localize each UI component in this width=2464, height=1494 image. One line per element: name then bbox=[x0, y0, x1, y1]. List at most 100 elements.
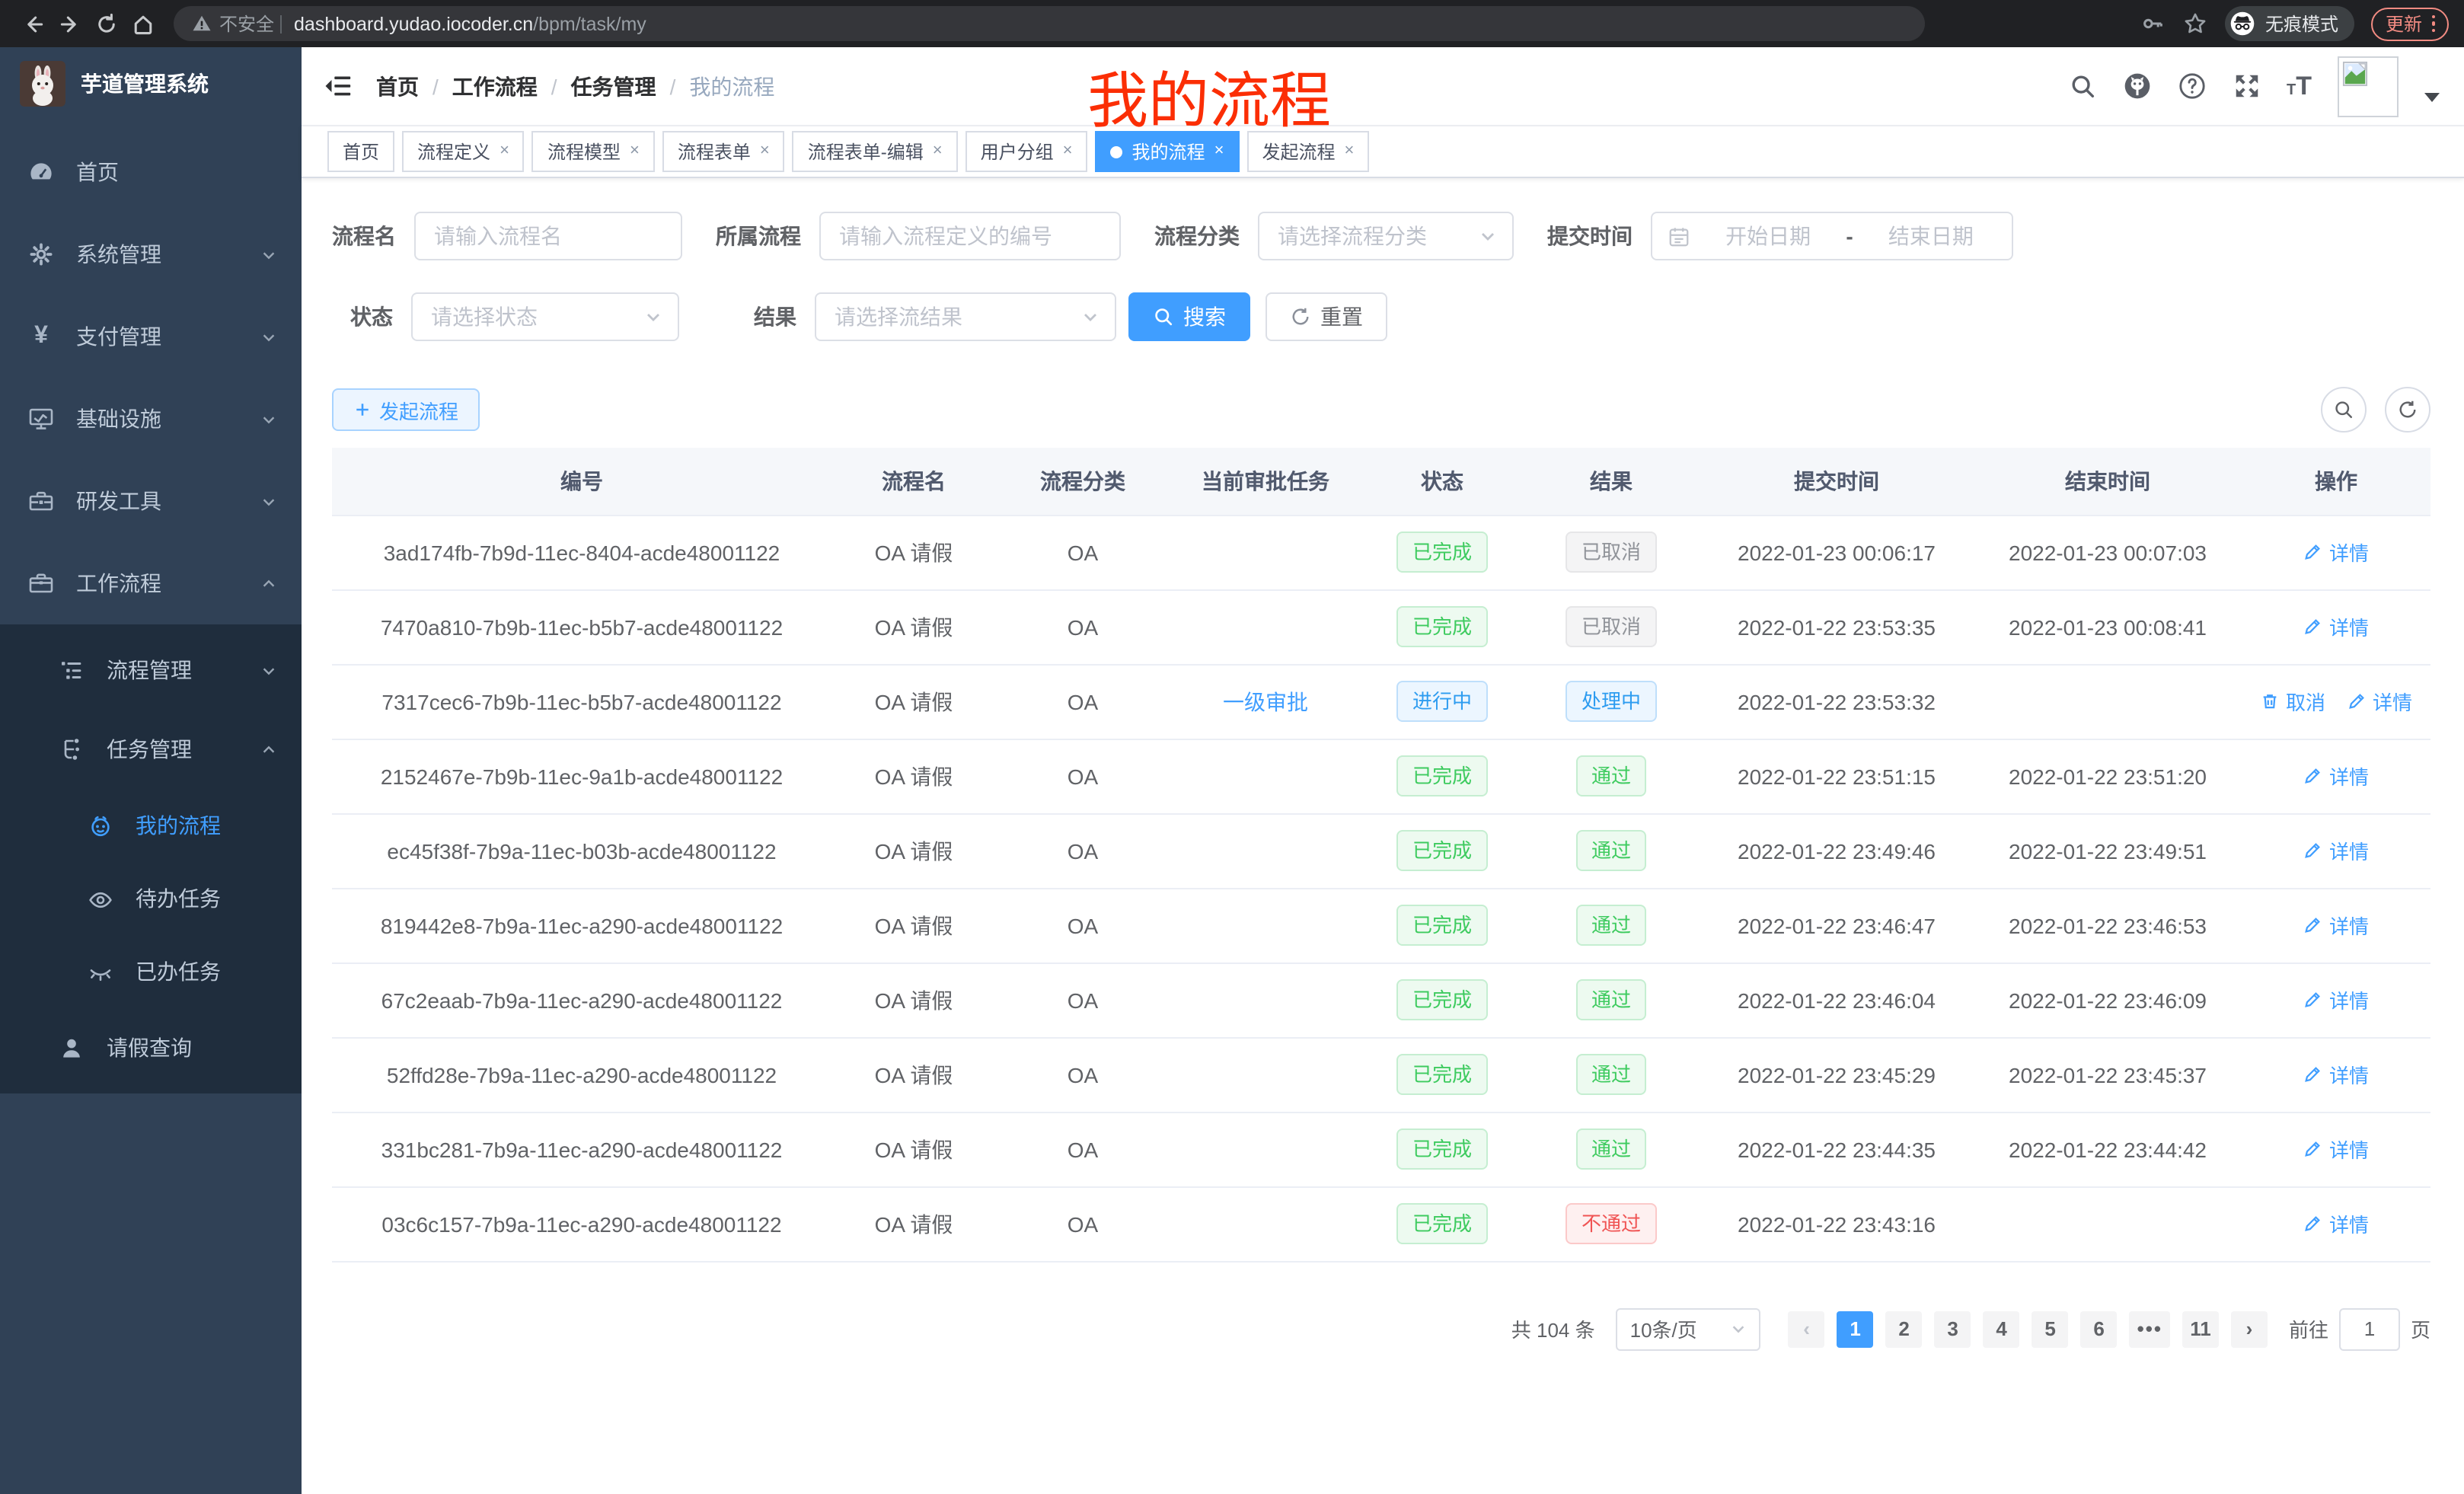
browser-update-button[interactable]: 更新 bbox=[2372, 7, 2449, 40]
help-icon[interactable] bbox=[2177, 72, 2206, 101]
sidebar-item-dev-tools[interactable]: 研发工具 bbox=[0, 460, 302, 542]
row-action-detail[interactable]: 详情 bbox=[2303, 985, 2369, 1014]
tab-close-icon[interactable]: × bbox=[630, 143, 640, 160]
edit-icon bbox=[2303, 617, 2323, 637]
cell-process-id: 52ffd28e-7b9a-11ec-a290-acde48001122 bbox=[332, 1037, 831, 1112]
font-size-icon[interactable]: TT bbox=[2287, 73, 2312, 99]
cell-process-name: OA 请假 bbox=[831, 1112, 996, 1186]
reset-button[interactable]: 重置 bbox=[1266, 292, 1387, 341]
cell-result: 通过 bbox=[1523, 962, 1700, 1037]
result-badge: 已取消 bbox=[1566, 606, 1656, 647]
cell-submit-time: 2022-01-22 23:43:16 bbox=[1700, 1186, 1974, 1261]
cell-process-name: OA 请假 bbox=[831, 813, 996, 888]
row-action-detail[interactable]: 详情 bbox=[2303, 836, 2369, 865]
current-task-link[interactable]: 一级审批 bbox=[1223, 689, 1308, 713]
key-icon[interactable] bbox=[2140, 11, 2166, 37]
row-action-cancel[interactable]: 取消 bbox=[2260, 687, 2325, 716]
sidebar-item-process-management[interactable]: 流程管理 bbox=[0, 630, 302, 710]
sidebar-item-infrastructure[interactable]: 基础设施 bbox=[0, 378, 302, 460]
cell-process-name: OA 请假 bbox=[831, 888, 996, 962]
search-button[interactable]: 搜索 bbox=[1128, 292, 1250, 341]
date-range-picker[interactable]: 开始日期 - 结束日期 bbox=[1651, 212, 2013, 260]
sidebar-item-todo-tasks[interactable]: 待办任务 bbox=[0, 862, 302, 935]
page-button[interactable]: 6 bbox=[2081, 1310, 2118, 1347]
tab-close-icon[interactable]: × bbox=[933, 143, 943, 160]
cell-current-task bbox=[1170, 1112, 1361, 1186]
tab-close-icon[interactable]: × bbox=[1344, 143, 1354, 160]
row-action-detail[interactable]: 详情 bbox=[2303, 1135, 2369, 1164]
sidebar-item-leave-query[interactable]: 请假查询 bbox=[0, 1008, 302, 1087]
sidebar-item-my-process[interactable]: 我的流程 bbox=[0, 789, 302, 862]
page-button[interactable]: 5 bbox=[2032, 1310, 2069, 1347]
breadcrumb-task-management[interactable]: 任务管理 bbox=[571, 71, 656, 101]
row-action-detail[interactable]: 详情 bbox=[2347, 687, 2412, 716]
browser-menu-icon[interactable] bbox=[2431, 15, 2435, 33]
status-select[interactable]: 请选择状态 bbox=[411, 292, 679, 341]
page-button[interactable]: 1 bbox=[1837, 1310, 1874, 1347]
page-button[interactable]: 4 bbox=[1984, 1310, 2020, 1347]
user-avatar[interactable] bbox=[2338, 56, 2399, 117]
browser-reload-button[interactable] bbox=[88, 5, 125, 42]
tab-process-form[interactable]: 流程表单× bbox=[662, 131, 785, 172]
address-bar[interactable]: 不安全 dashboard.yudao.iocoder.cn/bpm/task/… bbox=[174, 6, 1925, 41]
sidebar-item-system[interactable]: 系统管理 bbox=[0, 213, 302, 295]
parent-process-input[interactable] bbox=[819, 212, 1121, 260]
sidebar-item-payment[interactable]: ¥ 支付管理 bbox=[0, 295, 302, 378]
row-action-detail[interactable]: 详情 bbox=[2303, 1060, 2369, 1089]
cell-current-task bbox=[1170, 813, 1361, 888]
goto-page-input[interactable] bbox=[2339, 1307, 2400, 1350]
result-select[interactable]: 请选择流结果 bbox=[815, 292, 1116, 341]
row-action-detail[interactable]: 详情 bbox=[2303, 911, 2369, 940]
fullscreen-icon[interactable] bbox=[2232, 72, 2261, 101]
row-action-detail[interactable]: 详情 bbox=[2303, 761, 2369, 790]
tab-process-model[interactable]: 流程模型× bbox=[532, 131, 655, 172]
tab-user-group[interactable]: 用户分组× bbox=[965, 131, 1088, 172]
cell-status: 已完成 bbox=[1361, 1037, 1523, 1112]
row-action-detail[interactable]: 详情 bbox=[2303, 612, 2369, 641]
app-logo[interactable]: 芋道管理系统 bbox=[0, 47, 302, 119]
cell-status: 已完成 bbox=[1361, 813, 1523, 888]
prev-page-button[interactable]: ‹ bbox=[1789, 1310, 1825, 1347]
chevron-down-icon bbox=[1731, 1320, 1747, 1337]
tab-close-icon[interactable]: × bbox=[760, 143, 770, 160]
avatar-dropdown-caret[interactable] bbox=[2424, 92, 2440, 101]
tab-close-icon[interactable]: × bbox=[1063, 143, 1073, 160]
tab-process-definition[interactable]: 流程定义× bbox=[402, 131, 525, 172]
sidebar-item-task-management[interactable]: 任务管理 bbox=[0, 710, 302, 789]
row-action-detail[interactable]: 详情 bbox=[2303, 538, 2369, 567]
chevron-up-icon bbox=[260, 575, 277, 592]
page-button[interactable]: 11 bbox=[2182, 1310, 2219, 1347]
tab-home[interactable]: 首页 bbox=[327, 131, 394, 172]
category-select[interactable]: 请选择流程分类 bbox=[1258, 212, 1514, 260]
browser-back-button[interactable] bbox=[15, 5, 52, 42]
cell-submit-time: 2022-01-22 23:46:47 bbox=[1700, 888, 1974, 962]
refresh-table-button[interactable] bbox=[2385, 387, 2430, 433]
tab-close-icon[interactable]: × bbox=[1214, 143, 1224, 160]
browser-home-button[interactable] bbox=[125, 5, 161, 42]
start-process-button[interactable]: 发起流程 bbox=[332, 388, 480, 431]
page-button[interactable]: 3 bbox=[1935, 1310, 1971, 1347]
bookmark-star-icon[interactable] bbox=[2183, 11, 2209, 37]
github-icon[interactable] bbox=[2122, 72, 2151, 101]
process-name-input[interactable] bbox=[414, 212, 682, 260]
cell-result: 通过 bbox=[1523, 813, 1700, 888]
sidebar-item-done-tasks[interactable]: 已办任务 bbox=[0, 935, 302, 1008]
header-search-icon[interactable] bbox=[2067, 72, 2096, 101]
browser-forward-button[interactable] bbox=[52, 5, 88, 42]
tab-close-icon[interactable]: × bbox=[500, 143, 509, 160]
page-ellipsis[interactable]: ••• bbox=[2130, 1310, 2170, 1347]
breadcrumb-workflow[interactable]: 工作流程 bbox=[452, 71, 538, 101]
toggle-search-button[interactable] bbox=[2321, 387, 2367, 433]
sidebar-item-workflow[interactable]: 工作流程 bbox=[0, 542, 302, 624]
sidebar-item-home[interactable]: 首页 bbox=[0, 131, 302, 213]
page-button[interactable]: 2 bbox=[1886, 1310, 1923, 1347]
next-page-button[interactable]: › bbox=[2231, 1310, 2268, 1347]
tab-process-form-edit[interactable]: 流程表单-编辑× bbox=[793, 131, 958, 172]
result-label: 结果 bbox=[754, 302, 815, 332]
breadcrumb-home[interactable]: 首页 bbox=[376, 71, 419, 101]
sidebar-toggle-button[interactable] bbox=[302, 72, 376, 101]
calendar-icon bbox=[1668, 225, 1690, 247]
row-action-detail[interactable]: 详情 bbox=[2303, 1209, 2369, 1238]
page-size-select[interactable]: 10条/页 bbox=[1617, 1307, 1761, 1350]
filter-parent-process: 所属流程 bbox=[716, 212, 1121, 260]
